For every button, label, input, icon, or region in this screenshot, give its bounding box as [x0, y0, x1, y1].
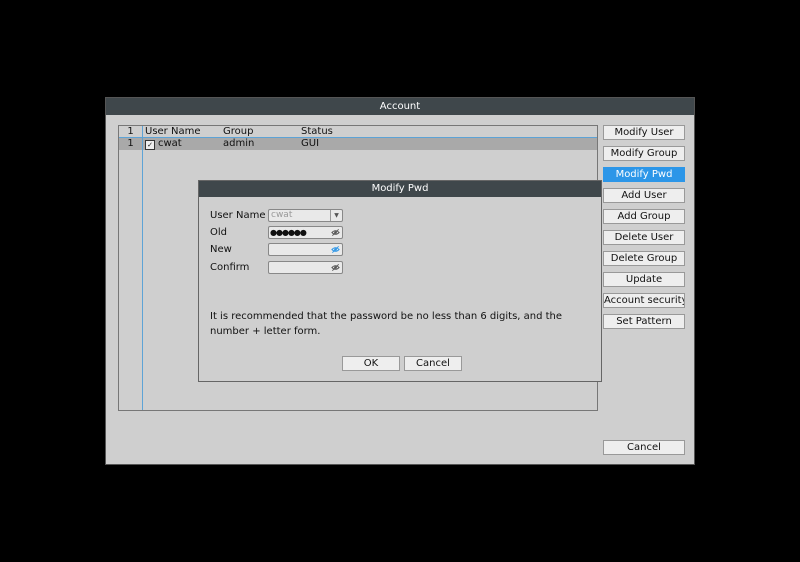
column-divider: [142, 126, 143, 410]
set-pattern-button[interactable]: Set Pattern: [603, 314, 685, 329]
modify-user-button[interactable]: Modify User: [603, 125, 685, 140]
chevron-down-icon: ▼: [330, 210, 342, 221]
modify-pwd-dialog: Modify Pwd User Name cwat ▼ Old ●●●●●● N…: [198, 180, 602, 382]
header-divider: [119, 137, 597, 138]
eye-icon[interactable]: [331, 228, 340, 237]
password-hint: It is recommended that the password be n…: [210, 311, 563, 337]
new-password-field[interactable]: [268, 243, 343, 256]
confirm-password-label: Confirm: [210, 262, 250, 273]
modify-group-button[interactable]: Modify Group: [603, 146, 685, 161]
delete-group-button[interactable]: Delete Group: [603, 251, 685, 266]
row-group: admin: [223, 138, 255, 149]
delete-user-button[interactable]: Delete User: [603, 230, 685, 245]
ok-button[interactable]: OK: [342, 356, 400, 371]
row-user-value: cwat: [158, 138, 182, 149]
eye-icon[interactable]: [331, 245, 340, 254]
cancel-button[interactable]: Cancel: [603, 440, 685, 455]
old-password-value: ●●●●●●: [270, 228, 307, 237]
add-user-button[interactable]: Add User: [603, 188, 685, 203]
old-password-field[interactable]: ●●●●●●: [268, 226, 343, 239]
add-group-button[interactable]: Add Group: [603, 209, 685, 224]
modify-pwd-button[interactable]: Modify Pwd: [603, 167, 685, 182]
new-password-label: New: [210, 244, 232, 255]
user-name-label: User Name: [210, 210, 266, 221]
update-button[interactable]: Update: [603, 272, 685, 287]
dialog-cancel-button[interactable]: Cancel: [404, 356, 462, 371]
row-user-name: ✓ cwat: [145, 138, 182, 150]
eye-icon[interactable]: [331, 263, 340, 272]
row-checkbox[interactable]: ✓: [145, 140, 155, 150]
dialog-title: Modify Pwd: [199, 181, 601, 197]
account-security-button[interactable]: Account security: [603, 293, 685, 308]
row-num: 1: [127, 138, 134, 149]
old-password-label: Old: [210, 227, 227, 238]
window-title: Account: [106, 98, 694, 115]
user-name-select[interactable]: cwat ▼: [268, 209, 343, 222]
row-status: GUI: [301, 138, 320, 149]
user-name-value: cwat: [271, 210, 293, 220]
table-row[interactable]: 1 ✓ cwat admin GUI: [119, 138, 597, 150]
confirm-password-field[interactable]: [268, 261, 343, 274]
